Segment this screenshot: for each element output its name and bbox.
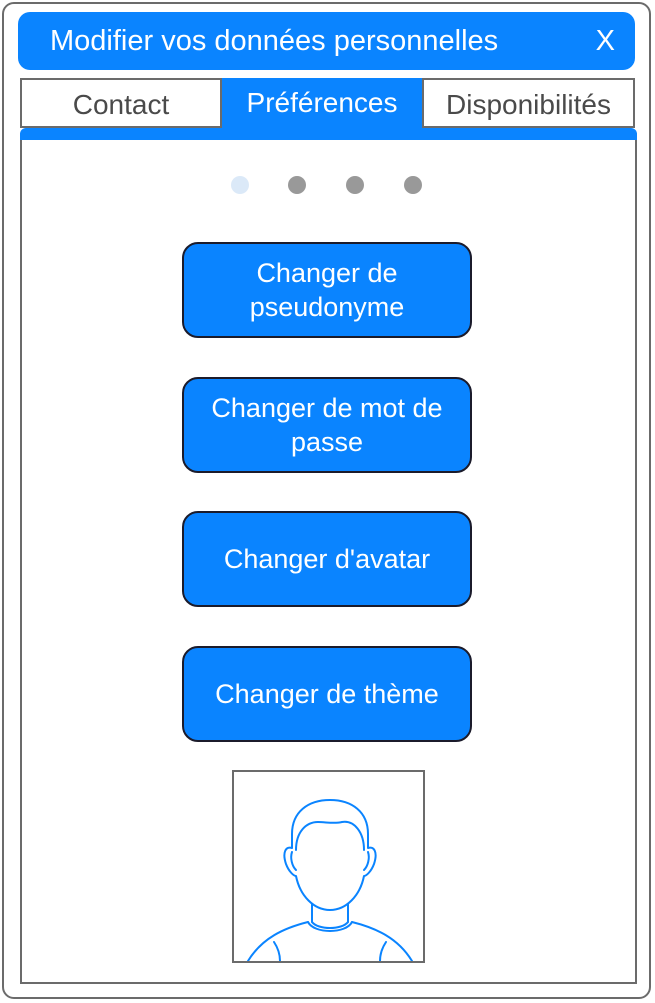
change-avatar-button[interactable]: Changer d'avatar: [182, 511, 472, 607]
avatar: [232, 770, 425, 963]
change-password-button[interactable]: Changer de mot de passe: [182, 377, 472, 473]
pager-dot-1[interactable]: [231, 176, 249, 194]
pager-dot-3[interactable]: [346, 176, 364, 194]
pager-dot-2[interactable]: [288, 176, 306, 194]
dialog-title: Modifier vos données personnelles: [50, 25, 499, 57]
tab-preferences[interactable]: Préférences: [222, 78, 422, 128]
change-theme-button[interactable]: Changer de thème: [182, 646, 472, 742]
person-avatar-icon: [247, 799, 413, 961]
tab-contact[interactable]: Contact: [20, 78, 222, 128]
pager-dot-4[interactable]: [404, 176, 422, 194]
change-pseudonym-button[interactable]: Changer de pseudonyme: [182, 242, 472, 338]
title-bar: Modifier vos données personnelles X: [18, 12, 635, 70]
tab-disponibilites[interactable]: Disponibilités: [422, 78, 635, 128]
close-button[interactable]: X: [596, 12, 615, 70]
